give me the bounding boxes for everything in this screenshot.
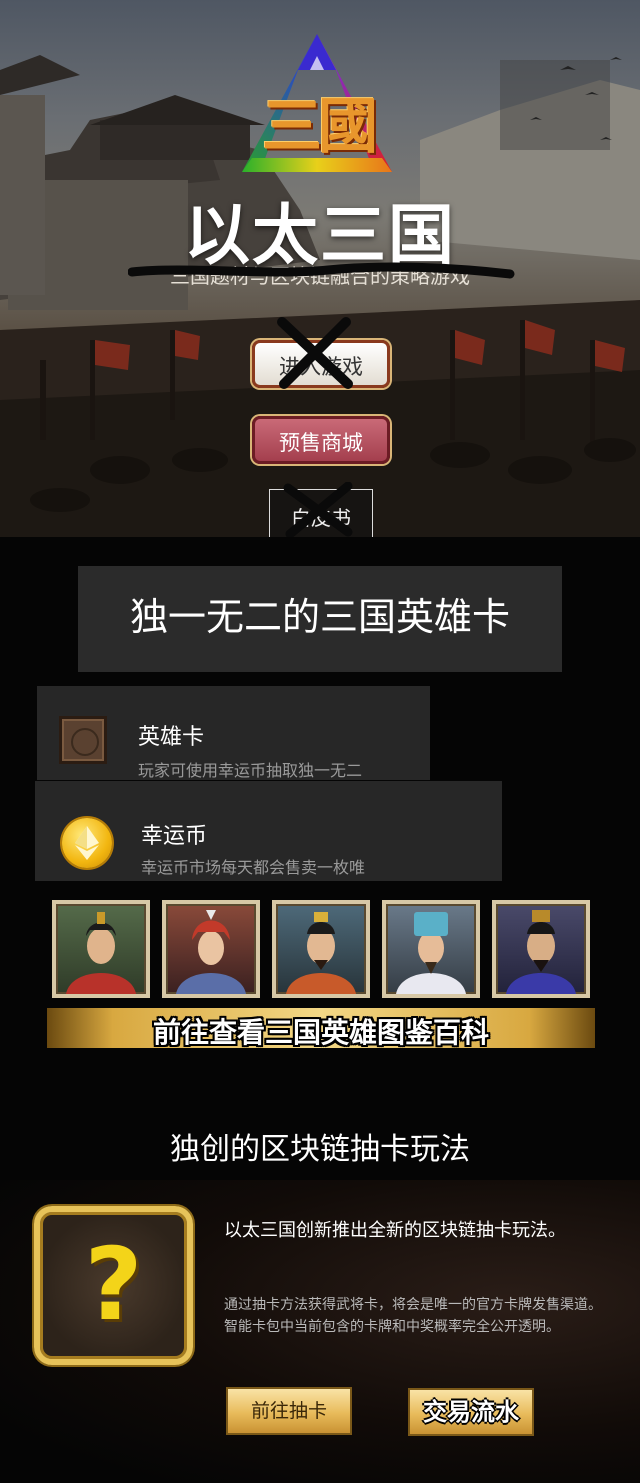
feature-item-hero-card[interactable]: 英雄卡 玩家可使用幸运币抽取独一无二 <box>37 686 430 780</box>
hero-portrait-5[interactable] <box>492 900 590 998</box>
feature-item-title: 英雄卡 <box>138 725 205 750</box>
question-mark-icon: ? <box>84 1226 143 1343</box>
hero-encyclopedia-banner-button[interactable]: 前往查看三国英雄图鉴百科 <box>47 1008 595 1049</box>
feature-item-desc: 玩家可使用幸运币抽取独一无二 <box>138 761 363 780</box>
mystery-card-icon: ? <box>34 1206 193 1365</box>
go-draw-card-button[interactable]: 前往抽卡 <box>226 1387 352 1435</box>
hero-card-icon <box>59 716 107 764</box>
transaction-history-button[interactable]: 交易流水 <box>408 1388 534 1436</box>
hero-portrait-1[interactable] <box>52 900 150 998</box>
presale-store-button[interactable]: 预售商城 <box>252 416 390 464</box>
feature-heading: 独一无二的三国英雄卡 <box>129 595 510 639</box>
hero-portrait-2[interactable] <box>162 900 260 998</box>
hero-portrait-3[interactable] <box>272 900 370 998</box>
hero-section: 三國 以太三国 三国题材与区块链融合的策略游戏 进入游戏 预售商城 白皮书 <box>0 0 640 537</box>
cross-out-mark <box>277 317 353 389</box>
cross-out-mark <box>283 482 353 537</box>
feature-heading-panel: 独一无二的三国英雄卡 <box>78 566 562 672</box>
draw-paragraph-1: 通过抽卡方法获得武将卡，将会是唯一的官方卡牌发售渠道。 <box>224 1297 602 1313</box>
banner-label: 前往查看三国英雄图鉴百科 <box>152 1016 489 1049</box>
logo-character: 三國 <box>262 92 378 162</box>
feature-item-desc: 幸运币市场每天都会售卖一枚唯 <box>141 858 366 877</box>
scribble-strikethrough <box>128 262 515 279</box>
draw-paragraph-2: 智能卡包中当前包含的卡牌和中奖概率完全公开透明。 <box>224 1319 560 1335</box>
ether-coin-icon <box>62 818 112 868</box>
hero-portrait-4[interactable] <box>382 900 480 998</box>
hero-portrait-gallery <box>52 900 590 998</box>
feature-item-lucky-coin[interactable]: 幸运币 幸运币市场每天都会售卖一枚唯 <box>35 781 502 881</box>
draw-section-heading: 独创的区块链抽卡玩法 <box>170 1132 470 1167</box>
draw-section-description: 通过抽卡方法获得武将卡，将会是唯一的官方卡牌发售渠道。 智能卡包中当前包含的卡牌… <box>224 1294 634 1338</box>
draw-section-lead: 以太三国创新推出全新的区块链抽卡玩法。 <box>224 1220 566 1241</box>
feature-item-title: 幸运币 <box>141 824 208 849</box>
